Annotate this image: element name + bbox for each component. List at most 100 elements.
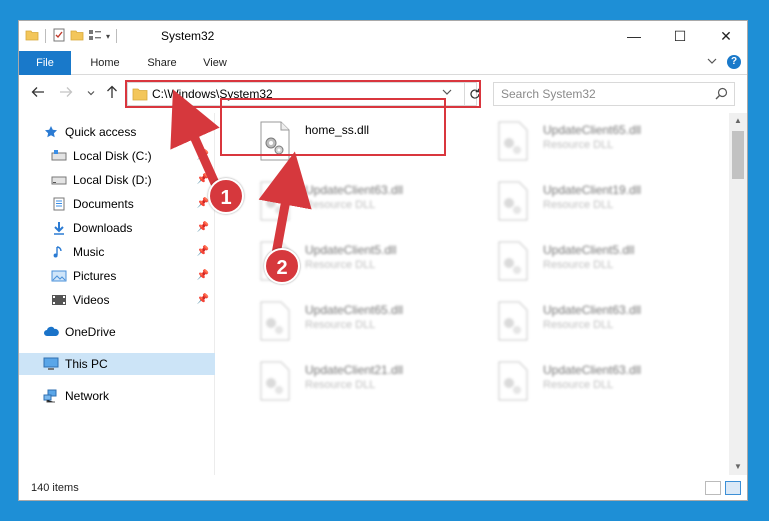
title-bar: ▾ System32 — ☐ ✕ — [19, 21, 747, 51]
sidebar-item-quick-access[interactable]: Quick access — [19, 121, 215, 143]
scroll-thumb[interactable] — [732, 131, 744, 179]
chevron-down-icon — [442, 89, 452, 95]
file-type: Resource DLL — [305, 259, 376, 271]
network-icon — [43, 388, 59, 404]
dll-file-icon — [259, 121, 291, 161]
up-button[interactable] — [105, 85, 119, 103]
sidebar-item-onedrive[interactable]: OneDrive — [19, 321, 215, 343]
file-item[interactable]: UpdateClient65.dll Resource DLL — [239, 297, 469, 353]
sidebar-item-documents[interactable]: Documents 📌 — [19, 193, 215, 215]
sidebar-item-label: Videos — [73, 293, 110, 307]
toolbar-divider — [116, 29, 118, 43]
view-options-icon[interactable] — [88, 28, 102, 45]
sidebar-item-label: Music — [73, 245, 105, 259]
file-item[interactable]: UpdateClient21.dll Resource DLL — [239, 357, 469, 413]
tab-share[interactable]: Share — [139, 51, 185, 75]
folder-icon — [132, 87, 148, 104]
dll-file-icon — [259, 181, 291, 221]
window-title: System32 — [161, 29, 215, 43]
sidebar-item-label: Local Disk (C:) — [73, 149, 152, 163]
sidebar-item-this-pc[interactable]: This PC — [19, 353, 215, 375]
scroll-up-button[interactable]: ▲ — [729, 113, 747, 129]
sidebar-item-local-disk-d[interactable]: Local Disk (D:) 📌 — [19, 169, 215, 191]
file-name: UpdateClient63.dll — [543, 363, 642, 377]
file-item[interactable]: UpdateClient65.dll Resource DLL — [477, 117, 707, 173]
close-button[interactable]: ✕ — [703, 21, 747, 51]
file-type: Resource DLL — [305, 199, 376, 211]
file-type: Resource DLL — [543, 379, 614, 391]
sidebar-item-label: Pictures — [73, 269, 117, 283]
tab-file[interactable]: File — [19, 51, 71, 75]
drive-icon — [51, 172, 67, 188]
file-item-home-ss-dll[interactable]: home_ss.dll — [239, 117, 469, 173]
drive-icon — [51, 148, 67, 164]
folder-icon — [25, 28, 39, 45]
documents-icon — [51, 196, 67, 212]
explorer-window: ▾ System32 — ☐ ✕ File Home Share View ? — [18, 20, 748, 501]
download-icon — [51, 220, 67, 236]
file-item[interactable]: UpdateClient5.dll Resource DLL — [477, 237, 707, 293]
item-count: 140 items — [31, 482, 79, 494]
sidebar-item-network[interactable]: Network — [19, 385, 215, 407]
view-toggle — [705, 481, 741, 495]
pin-icon[interactable]: 📌 — [197, 174, 209, 185]
search-box[interactable]: Search System32 — [493, 82, 735, 106]
file-list: home_ss.dll UpdateClient63.dll Resource … — [219, 113, 729, 475]
pin-icon[interactable]: 📌 — [197, 150, 209, 161]
navigation-bar: C:\Windows\System32 Search System32 — [19, 75, 747, 113]
pin-icon[interactable]: 📌 — [197, 270, 209, 281]
scroll-down-button[interactable]: ▼ — [729, 459, 747, 475]
file-name: UpdateClient21.dll — [305, 363, 404, 377]
file-name: UpdateClient65.dll — [543, 123, 642, 137]
sidebar-item-music[interactable]: Music 📌 — [19, 241, 215, 263]
pin-icon[interactable]: 📌 — [197, 246, 209, 257]
toolbar-divider — [45, 29, 46, 43]
address-dropdown-button[interactable] — [442, 87, 452, 100]
search-icon[interactable] — [715, 87, 728, 103]
vertical-scrollbar[interactable]: ▲ ▼ — [729, 113, 747, 475]
new-folder-icon[interactable] — [70, 28, 84, 45]
file-name: UpdateClient63.dll — [305, 183, 404, 197]
sidebar-item-local-disk-c[interactable]: Local Disk (C:) 📌 — [19, 145, 215, 167]
refresh-button[interactable] — [464, 83, 484, 105]
file-item[interactable]: UpdateClient19.dll Resource DLL — [477, 177, 707, 233]
pin-icon[interactable]: 📌 — [197, 294, 209, 305]
recent-locations-button[interactable] — [87, 89, 95, 99]
tab-view[interactable]: View — [195, 51, 235, 75]
videos-icon — [51, 292, 67, 308]
sidebar-item-label: OneDrive — [65, 325, 116, 339]
sidebar-item-videos[interactable]: Videos 📌 — [19, 289, 215, 311]
minimize-button[interactable]: — — [611, 21, 657, 51]
customize-toolbar-icon[interactable]: ▾ — [106, 32, 110, 41]
maximize-button[interactable]: ☐ — [657, 21, 703, 51]
file-type: Resource DLL — [543, 139, 614, 151]
dll-file-icon — [497, 361, 529, 401]
back-button[interactable] — [31, 85, 45, 103]
chevron-down-icon[interactable] — [707, 56, 717, 69]
dll-file-icon — [497, 241, 529, 281]
sidebar-item-downloads[interactable]: Downloads 📌 — [19, 217, 215, 239]
sidebar-item-pictures[interactable]: Pictures 📌 — [19, 265, 215, 287]
sidebar-item-label: Quick access — [65, 125, 137, 139]
search-input[interactable]: Search System32 — [501, 87, 596, 101]
file-type: Resource DLL — [543, 199, 614, 211]
dll-file-icon — [497, 301, 529, 341]
chevron-down-icon — [87, 91, 95, 96]
pin-icon[interactable]: 📌 — [197, 198, 209, 209]
address-bar[interactable]: C:\Windows\System32 — [127, 82, 480, 106]
address-path[interactable]: C:\Windows\System32 — [152, 87, 273, 101]
arrow-right-icon — [60, 87, 73, 97]
pin-icon[interactable]: 📌 — [197, 222, 209, 233]
large-icons-view-button[interactable] — [725, 481, 741, 495]
file-item[interactable]: UpdateClient63.dll Resource DLL — [477, 297, 707, 353]
status-bar: 140 items — [19, 475, 747, 500]
forward-button[interactable] — [59, 85, 73, 103]
refresh-icon — [469, 88, 480, 99]
file-item[interactable]: UpdateClient63.dll Resource DLL — [477, 357, 707, 413]
tab-home[interactable]: Home — [81, 51, 129, 75]
arrow-up-icon — [107, 85, 117, 98]
properties-icon[interactable] — [52, 28, 66, 45]
file-item[interactable]: UpdateClient63.dll Resource DLL — [239, 177, 469, 233]
details-view-button[interactable] — [705, 481, 721, 495]
help-icon[interactable]: ? — [727, 55, 741, 69]
